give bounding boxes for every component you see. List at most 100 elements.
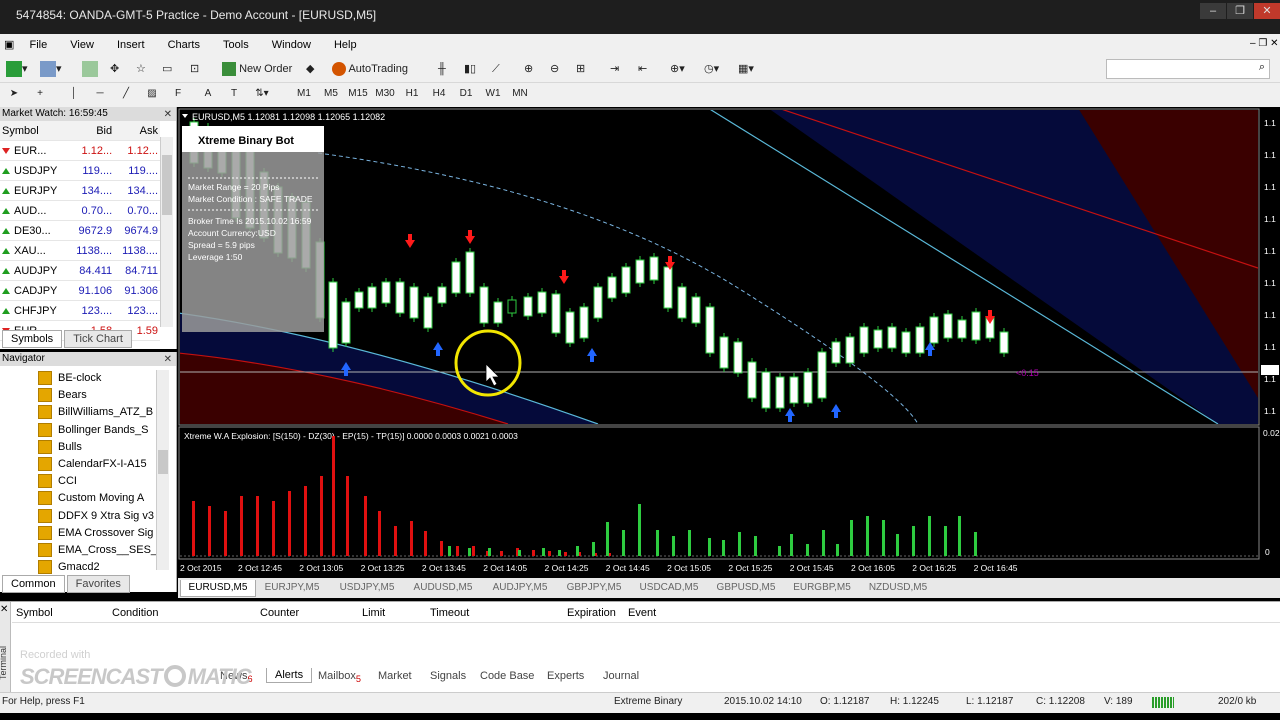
- market-watch-row[interactable]: USDJPY 119.... 119....: [0, 160, 160, 181]
- bar-chart-icon[interactable]: ╫: [438, 59, 446, 79]
- zoom-in-icon[interactable]: ⊕: [524, 59, 533, 79]
- market-watch-row[interactable]: CHFJPY 123.... 123....: [0, 300, 160, 321]
- tf-m1[interactable]: M1: [292, 85, 316, 103]
- tab-common[interactable]: Common: [2, 575, 65, 593]
- auto-scroll-icon[interactable]: ⇥: [610, 59, 619, 79]
- minimize-button[interactable]: –: [1200, 3, 1226, 19]
- search-icon[interactable]: ⌕: [1259, 61, 1265, 74]
- col-condition[interactable]: Condition: [112, 607, 158, 619]
- templates-icon[interactable]: ▦▾: [738, 59, 754, 79]
- autotrading-button[interactable]: AutoTrading: [332, 59, 408, 79]
- tile-windows-icon[interactable]: ⊞: [576, 59, 585, 79]
- market-watch-row[interactable]: AUD... 0.70... 0.70...: [0, 200, 160, 221]
- tf-m30[interactable]: M30: [373, 85, 397, 103]
- app-menu-icon[interactable]: ▣: [0, 34, 16, 56]
- navigator-item[interactable]: EMA Crossover Sig: [38, 525, 153, 542]
- navigator-item[interactable]: Bulls: [38, 439, 82, 456]
- chart-tab[interactable]: EURJPY,M5: [254, 580, 330, 596]
- close-icon[interactable]: ✕: [0, 604, 8, 615]
- crosshair-icon[interactable]: ✥: [110, 59, 119, 79]
- profiles-icon[interactable]: ▾: [40, 59, 62, 79]
- tab-favorites[interactable]: Favorites: [66, 575, 130, 593]
- market-watch-icon[interactable]: [82, 59, 98, 79]
- navigator-scrollbar[interactable]: [156, 370, 169, 570]
- navigator-item[interactable]: EMA_Cross__SES_: [38, 542, 157, 559]
- trendline-icon[interactable]: ╱: [114, 85, 138, 103]
- menu-help[interactable]: Help: [324, 34, 367, 56]
- menu-window[interactable]: Window: [262, 34, 321, 56]
- tf-h1[interactable]: H1: [400, 85, 424, 103]
- vertical-line-icon[interactable]: │: [62, 85, 86, 103]
- tf-mn[interactable]: MN: [508, 85, 532, 103]
- candlestick-icon[interactable]: ▮▯: [464, 59, 476, 79]
- navigator-item[interactable]: Gmacd2: [38, 559, 100, 576]
- chart-tab[interactable]: AUDUSD,M5: [404, 580, 482, 596]
- menu-charts[interactable]: Charts: [158, 34, 210, 56]
- chart-tab[interactable]: USDJPY,M5: [330, 580, 404, 596]
- terminal-icon[interactable]: ▭: [162, 59, 172, 79]
- col-alert-symbol[interactable]: Symbol: [16, 607, 53, 619]
- chart-tab[interactable]: USDCAD,M5: [630, 580, 708, 596]
- arrows-icon[interactable]: ⇅▾: [250, 85, 274, 103]
- line-chart-icon[interactable]: ⟋: [492, 59, 500, 79]
- col-counter[interactable]: Counter: [260, 607, 299, 619]
- market-watch-row[interactable]: EURJPY 134.... 134....: [0, 180, 160, 201]
- market-watch-row[interactable]: EUR... 1.12... 1.12...: [0, 140, 160, 161]
- close-button[interactable]: ✕: [1254, 3, 1280, 19]
- chart-tab[interactable]: GBPUSD,M5: [708, 580, 784, 596]
- col-bid[interactable]: Bid: [68, 121, 115, 141]
- chart-tab[interactable]: NZDUSD,M5: [860, 580, 936, 596]
- chart-tab[interactable]: EURGBP,M5: [784, 580, 860, 596]
- market-watch-row[interactable]: CADJPY 91.106 91.306: [0, 280, 160, 301]
- tf-d1[interactable]: D1: [454, 85, 478, 103]
- menu-view[interactable]: View: [60, 34, 104, 56]
- tab-experts[interactable]: Experts: [547, 670, 584, 682]
- periods-icon[interactable]: ◷▾: [704, 59, 719, 79]
- market-watch-row[interactable]: XAU... 1138.... 1138....: [0, 240, 160, 261]
- tf-m15[interactable]: M15: [346, 85, 370, 103]
- market-watch-row[interactable]: AUDJPY 84.411 84.711: [0, 260, 160, 281]
- chart-window[interactable]: Xtreme Binary Bot Market Range = 20 Pips…: [178, 108, 1280, 578]
- chart-tab[interactable]: GBPJPY,M5: [558, 580, 630, 596]
- tab-alerts[interactable]: Alerts: [266, 668, 313, 683]
- navigator-item[interactable]: Custom Moving A: [38, 490, 144, 507]
- tab-mailbox[interactable]: Mailbox5: [318, 670, 361, 684]
- navigator-item[interactable]: DDFX 9 Xtra Sig v3: [38, 508, 154, 525]
- text-icon[interactable]: A: [196, 85, 220, 103]
- navigator-item[interactable]: CCI: [38, 473, 77, 490]
- text-label-icon[interactable]: T: [222, 85, 246, 103]
- market-watch-row[interactable]: DE30... 9672.9 9674.9: [0, 220, 160, 241]
- new-order-button[interactable]: New Order: [222, 59, 292, 79]
- tab-signals[interactable]: Signals: [430, 670, 466, 682]
- navigator-item[interactable]: BillWilliams_ATZ_B: [38, 404, 153, 421]
- new-chart-icon[interactable]: ▾: [6, 59, 28, 79]
- fibonacci-icon[interactable]: F: [166, 85, 190, 103]
- col-timeout[interactable]: Timeout: [430, 607, 469, 619]
- navigator-item[interactable]: CalendarFX-I-A15: [38, 456, 147, 473]
- price-chart[interactable]: Xtreme Binary Bot Market Range = 20 Pips…: [178, 108, 1280, 578]
- horizontal-line-icon[interactable]: ─: [88, 85, 112, 103]
- crosshair-tool-icon[interactable]: +: [28, 85, 52, 103]
- navigator-item[interactable]: Bollinger Bands_S: [38, 422, 149, 439]
- menu-tools[interactable]: Tools: [213, 34, 259, 56]
- cursor-icon[interactable]: ➤: [2, 85, 26, 103]
- maximize-button[interactable]: ❐: [1227, 3, 1253, 19]
- tab-symbols[interactable]: Symbols: [2, 330, 63, 348]
- close-icon[interactable]: ✕: [164, 108, 172, 122]
- menu-file[interactable]: File: [19, 34, 57, 56]
- menu-insert[interactable]: Insert: [107, 34, 155, 56]
- tab-code-base[interactable]: Code Base: [480, 670, 534, 682]
- tab-tick-chart[interactable]: Tick Chart: [64, 330, 132, 348]
- mdi-controls[interactable]: – ❐ ✕: [1250, 38, 1278, 49]
- tab-journal[interactable]: Journal: [603, 670, 639, 682]
- navigator-icon[interactable]: ☆: [136, 59, 146, 79]
- chart-shift-icon[interactable]: ⇤: [638, 59, 647, 79]
- col-event[interactable]: Event: [628, 607, 656, 619]
- navigator-item[interactable]: BE-clock: [38, 370, 101, 387]
- col-limit[interactable]: Limit: [362, 607, 385, 619]
- col-symbol[interactable]: Symbol: [0, 121, 69, 141]
- strategy-tester-icon[interactable]: ⊡: [190, 59, 199, 79]
- navigator-item[interactable]: Bears: [38, 387, 87, 404]
- close-icon[interactable]: ✕: [164, 353, 172, 367]
- market-watch-scrollbar[interactable]: [160, 137, 173, 327]
